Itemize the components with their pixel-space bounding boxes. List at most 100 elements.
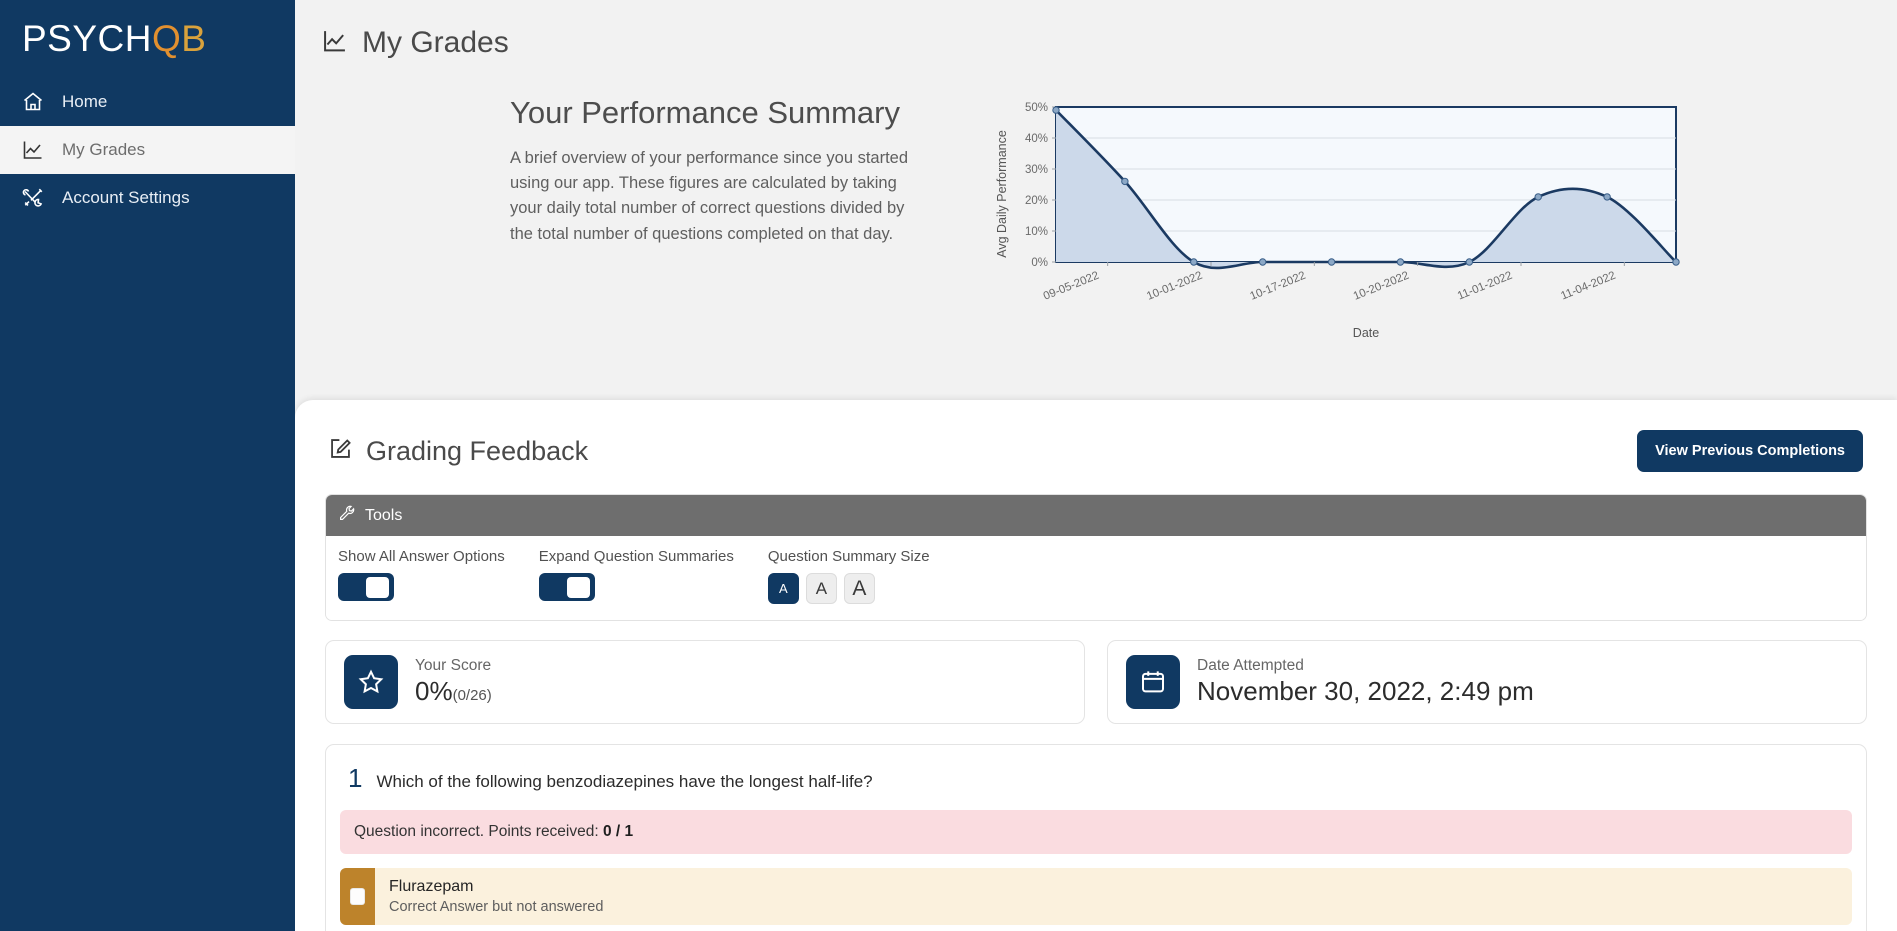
answer-marker — [340, 868, 375, 925]
line-chart-icon — [321, 27, 349, 60]
tools-panel: Tools Show All Answer Options Expand Que… — [325, 494, 1867, 621]
sidebar-item-label: Account Settings — [62, 188, 190, 207]
toggle-knob — [366, 577, 389, 598]
question-header: 1 Which of the following benzodiazepines… — [340, 759, 1852, 810]
question-text: Which of the following benzodiazepines h… — [376, 772, 873, 791]
tool-show-all-answer-options: Show All Answer Options — [338, 548, 505, 604]
date-attempted-text: Date Attempted November 30, 2022, 2:49 p… — [1197, 657, 1534, 707]
chart-x-tick-label: 10-20-2022 — [1352, 270, 1411, 303]
chart-point — [1258, 258, 1267, 266]
incorrect-prefix: Question incorrect. Points received: — [354, 823, 603, 840]
chart-x-ticks: 09-05-2022 10-01-2022 10-17-2022 10-20-2022… — [1042, 262, 1625, 303]
answer-body: Flurazepam Correct Answer but not answer… — [375, 868, 1852, 925]
chart-y-tick-label: 40% — [1025, 133, 1048, 145]
performance-chart-svg: Avg Daily Performance 0%10%20%30%40%50% … — [995, 102, 1680, 340]
chart-y-tick-label: 10% — [1025, 226, 1048, 238]
summary-size-medium-button[interactable]: A — [805, 573, 837, 604]
line-chart-icon — [14, 138, 52, 162]
summary-body: A brief overview of your performance sin… — [510, 148, 909, 243]
chart-y-axis-label: Avg Daily Performance — [995, 130, 1009, 258]
score-percent: 0% — [415, 676, 453, 706]
question-summary-size-group: A A A — [767, 573, 930, 604]
grading-feedback-panel: Grading Feedback View Previous Completio… — [295, 400, 1897, 931]
tool-label: Expand Question Summaries — [538, 548, 734, 565]
tool-expand-question-summaries: Expand Question Summaries — [538, 548, 734, 604]
sidebar-item-my-grades[interactable]: My Grades — [0, 126, 295, 174]
answer-status: Correct Answer but not answered — [389, 899, 604, 915]
summary-size-small-button[interactable]: A — [767, 573, 799, 604]
sidebar-item-label: My Grades — [62, 140, 146, 159]
sidebar-item-label: Home — [62, 92, 108, 111]
your-score-label: Your Score — [415, 657, 492, 674]
tool-question-summary-size: Question Summary Size A A A — [767, 548, 930, 604]
answer-checkbox[interactable] — [350, 888, 365, 905]
tools-icon — [14, 186, 52, 210]
chart-x-axis-label: Date — [1353, 326, 1379, 340]
chart-x-tick-label: 10-17-2022 — [1248, 270, 1307, 303]
performance-chart: Avg Daily Performance 0% 10% 20% 30% 40% 50% … — [990, 94, 1690, 344]
chart-x-tick-label: 11-04-2022 — [1559, 270, 1617, 303]
question-number: 1 — [348, 763, 363, 793]
answer-title: Flurazepam — [389, 878, 474, 895]
sidebar: PSYCHQB Home My Grades Account Settings — [0, 0, 295, 931]
summary-size-large-button[interactable]: A — [843, 573, 875, 604]
view-previous-completions-button[interactable]: View Previous Completions — [1637, 430, 1863, 472]
summary-text-block: Your Performance Summary A brief overvie… — [510, 94, 930, 247]
stat-cards: Your Score 0%(0/26) Date Attempted Novem… — [325, 640, 1867, 724]
grading-feedback-title-group: Grading Feedback — [327, 435, 588, 467]
expand-question-summaries-toggle[interactable] — [538, 573, 595, 601]
sidebar-item-account-settings[interactable]: Account Settings — [0, 174, 295, 222]
chart-point — [1465, 258, 1474, 266]
tools-panel-header: Tools — [326, 495, 1866, 536]
tools-panel-body: Show All Answer Options Expand Question … — [326, 536, 1866, 620]
chart-point — [1190, 258, 1198, 266]
chart-y-tick-label: 50% — [1025, 102, 1048, 114]
chart-y-tick-label: 30% — [1025, 164, 1048, 176]
answer-option-row[interactable]: Flurazepam Correct Answer but not answer… — [340, 868, 1852, 925]
calendar-icon — [1126, 655, 1180, 709]
page-title: My Grades — [362, 26, 509, 59]
toggle-knob — [566, 577, 590, 598]
chart-x-tick-label: 09-05-2022 — [1042, 270, 1101, 303]
edit-square-icon — [327, 435, 354, 467]
summary-heading: Your Performance Summary — [510, 95, 900, 130]
brand-logo[interactable]: PSYCHQB — [0, 0, 295, 66]
app-root: PSYCHQB Home My Grades Account Settings … — [0, 0, 1897, 931]
date-attempted-card: Date Attempted November 30, 2022, 2:49 p… — [1107, 640, 1867, 724]
question-card: 1 Which of the following benzodiazepines… — [325, 744, 1867, 931]
chart-point — [1121, 177, 1129, 186]
chart-x-tick-label: 11-01-2022 — [1456, 270, 1514, 303]
brand-part-3: B — [181, 18, 207, 59]
show-all-answer-options-toggle[interactable] — [338, 573, 394, 601]
chart-x-tick-label: 10-01-2022 — [1145, 270, 1204, 303]
home-icon — [14, 90, 52, 114]
your-score-value: 0%(0/26) — [415, 676, 492, 707]
score-fraction: (0/26) — [452, 687, 492, 704]
incorrect-points: 0 / 1 — [602, 823, 634, 840]
chart-point — [1396, 258, 1405, 266]
sidebar-item-home[interactable]: Home — [0, 78, 295, 126]
main-content: My Grades Your Performance Summary A bri… — [295, 0, 1897, 931]
tools-panel-label: Tools — [365, 506, 403, 524]
chart-point — [1534, 193, 1542, 201]
date-attempted-value: November 30, 2022, 2:49 pm — [1197, 676, 1534, 706]
chart-y-ticks: 0% 10% 20% 30% 40% 50% — [1025, 102, 1056, 269]
chart-y-tick-label: 0% — [1031, 257, 1048, 269]
grading-feedback-title: Grading Feedback — [366, 435, 589, 466]
chart-point — [1327, 258, 1336, 266]
chart-point — [1672, 258, 1680, 266]
chart-point — [1052, 106, 1060, 114]
tool-label: Show All Answer Options — [338, 548, 505, 565]
grading-feedback-header: Grading Feedback View Previous Completio… — [325, 424, 1867, 472]
your-score-card: Your Score 0%(0/26) — [325, 640, 1085, 724]
star-icon — [344, 655, 398, 709]
date-attempted-label: Date Attempted — [1197, 657, 1304, 674]
chart-y-tick-label: 20% — [1025, 195, 1048, 207]
brand-part-2: Q — [151, 18, 182, 59]
question-incorrect-banner: Question incorrect. Points received: 0 /… — [340, 810, 1852, 854]
your-score-text: Your Score 0%(0/26) — [415, 657, 492, 707]
chart-point — [1603, 193, 1611, 201]
brand-part-1: PSYCH — [22, 18, 152, 59]
sidebar-nav: Home My Grades Account Settings — [0, 78, 295, 222]
performance-summary-section: Your Performance Summary A brief overvie… — [295, 60, 1897, 375]
